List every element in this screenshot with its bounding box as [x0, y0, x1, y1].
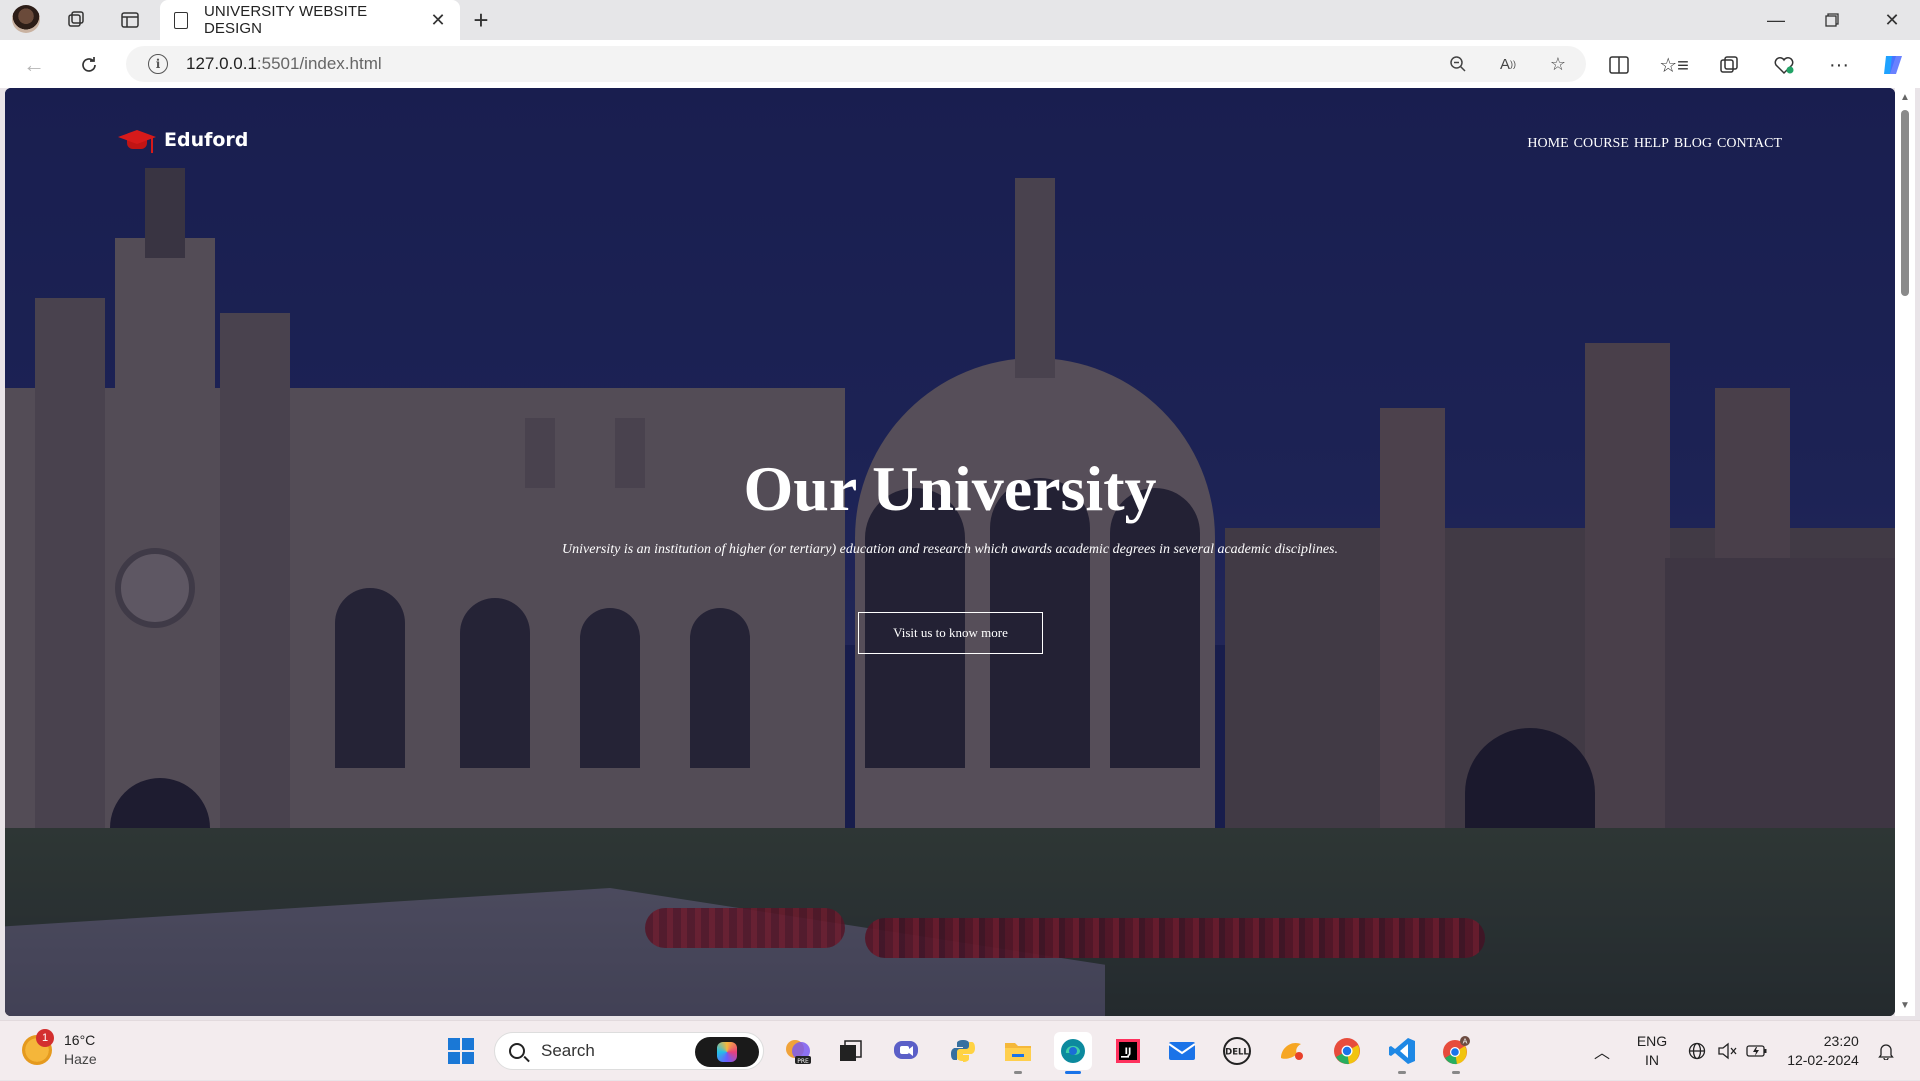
language-indicator[interactable]: ENG IN	[1630, 1021, 1674, 1081]
clock-time: 23:20	[1823, 1033, 1859, 1049]
language-region: IN	[1645, 1052, 1659, 1068]
vscode-app-icon[interactable]	[1383, 1032, 1421, 1074]
notification-bell-icon[interactable]	[1872, 1021, 1900, 1081]
close-tab-icon[interactable]: ✕	[424, 6, 452, 34]
scroll-up-arrow-icon[interactable]: ▲	[1899, 92, 1911, 104]
browser-essentials-icon[interactable]	[1767, 49, 1801, 81]
read-aloud-icon[interactable]: A))	[1490, 46, 1526, 82]
weather-temperature: 16°C	[64, 1032, 96, 1048]
minimize-button[interactable]: —	[1748, 0, 1804, 40]
start-button[interactable]	[442, 1032, 480, 1070]
browser-tab-bar: UNIVERSITY WEBSITE DESIGN ✕ + — ✕	[0, 0, 1920, 40]
hero-title: Our University	[743, 453, 1157, 524]
scrollbar-thumb[interactable]	[1901, 110, 1909, 296]
nav-help-link[interactable]: HELP	[1634, 136, 1669, 152]
split-screen-icon[interactable]	[1602, 49, 1636, 81]
dell-app-icon[interactable]: DELL	[1218, 1032, 1256, 1070]
svg-text:PRE: PRE	[797, 1058, 809, 1065]
chrome-profile-icon[interactable]: A	[1437, 1032, 1475, 1074]
search-icon	[509, 1043, 525, 1059]
nav-course-link[interactable]: COURSE	[1574, 136, 1629, 152]
site-logo[interactable]: Eduford	[118, 126, 248, 154]
windows-taskbar: 1 16°C Haze Search PRE IJ DELL A ︿ ENG I…	[0, 1020, 1920, 1080]
volume-muted-icon[interactable]	[1714, 1021, 1740, 1081]
main-navigation: HOME COURSE HELP BLOG CONTACT	[1527, 136, 1782, 152]
web-page: Eduford HOME COURSE HELP BLOG CONTACT Ou…	[5, 88, 1895, 1016]
url-text[interactable]: 127.0.0.1:5501/index.html	[186, 54, 382, 74]
visit-us-button[interactable]: Visit us to know more	[858, 612, 1043, 654]
tab-title: UNIVERSITY WEBSITE DESIGN	[204, 3, 368, 37]
brand-name: Eduford	[164, 129, 249, 151]
meet-app-icon[interactable]	[887, 1032, 925, 1070]
close-window-button[interactable]: ✕	[1864, 0, 1920, 40]
task-view-icon[interactable]	[831, 1032, 869, 1070]
favorites-icon[interactable]: ☆≡	[1657, 49, 1691, 81]
address-bar[interactable]: i 127.0.0.1:5501/index.html A)) ☆	[126, 46, 1586, 82]
page-scrollbar[interactable]: ▲ ▼	[1895, 88, 1915, 1016]
favorite-star-icon[interactable]: ☆	[1540, 46, 1576, 82]
copilot-preview-app-icon[interactable]: PRE	[779, 1032, 817, 1070]
refresh-button[interactable]	[72, 48, 106, 82]
hero-subtitle: University is an institution of higher (…	[562, 542, 1338, 557]
scroll-down-arrow-icon[interactable]: ▼	[1899, 1000, 1911, 1012]
weather-condition: Haze	[64, 1051, 97, 1067]
language-code: ENG	[1636, 1033, 1668, 1049]
back-button[interactable]: ←	[17, 48, 51, 82]
svg-text:IJ: IJ	[1125, 1047, 1132, 1057]
vertical-tabs-icon[interactable]	[116, 6, 144, 34]
copilot-icon[interactable]	[1876, 49, 1910, 81]
taskbar-search-box[interactable]: Search	[494, 1032, 764, 1070]
nav-contact-link[interactable]: CONTACT	[1717, 136, 1782, 152]
site-info-icon[interactable]: i	[148, 54, 168, 74]
network-globe-icon[interactable]	[1684, 1021, 1710, 1081]
graduation-cap-icon	[118, 126, 156, 154]
more-menu-icon[interactable]: ···	[1822, 49, 1856, 81]
profile-avatar[interactable]	[12, 5, 40, 33]
restore-button[interactable]	[1804, 0, 1860, 40]
nav-blog-link[interactable]: BLOG	[1674, 136, 1712, 152]
weather-sun-icon: 1	[22, 1029, 54, 1065]
chrome-browser-icon[interactable]	[1328, 1032, 1366, 1070]
intellij-app-icon[interactable]: IJ	[1109, 1032, 1147, 1070]
file-explorer-icon[interactable]	[999, 1032, 1037, 1074]
collections-icon[interactable]	[1712, 49, 1746, 81]
zoom-icon[interactable]	[1440, 46, 1476, 82]
copilot-search-icon[interactable]	[695, 1037, 759, 1067]
browser-toolbar: ← i 127.0.0.1:5501/index.html A)) ☆ ☆≡ ·…	[0, 40, 1920, 88]
nav-home-link[interactable]: HOME	[1527, 136, 1568, 152]
battery-charging-icon[interactable]	[1744, 1021, 1770, 1081]
mail-app-icon[interactable]	[1163, 1032, 1201, 1070]
show-hidden-icons-chevron-icon[interactable]: ︿	[1588, 1021, 1616, 1081]
paint-app-icon[interactable]	[1273, 1032, 1311, 1070]
new-tab-button[interactable]: +	[466, 5, 496, 35]
system-clock[interactable]: 23:20 12-02-2024	[1780, 1021, 1866, 1081]
weather-widget[interactable]: 1 16°C Haze	[22, 1029, 97, 1069]
notification-badge: 1	[36, 1029, 54, 1047]
clock-date: 12-02-2024	[1787, 1052, 1859, 1068]
page-document-icon	[174, 11, 188, 29]
search-label: Search	[541, 1041, 595, 1060]
active-tab[interactable]: UNIVERSITY WEBSITE DESIGN ✕	[160, 0, 460, 40]
svg-text:DELL: DELL	[1225, 1048, 1249, 1058]
workspaces-icon[interactable]	[62, 6, 90, 34]
python-app-icon[interactable]	[944, 1032, 982, 1070]
edge-browser-icon[interactable]	[1054, 1032, 1092, 1074]
svg-text:A: A	[1463, 1038, 1468, 1046]
